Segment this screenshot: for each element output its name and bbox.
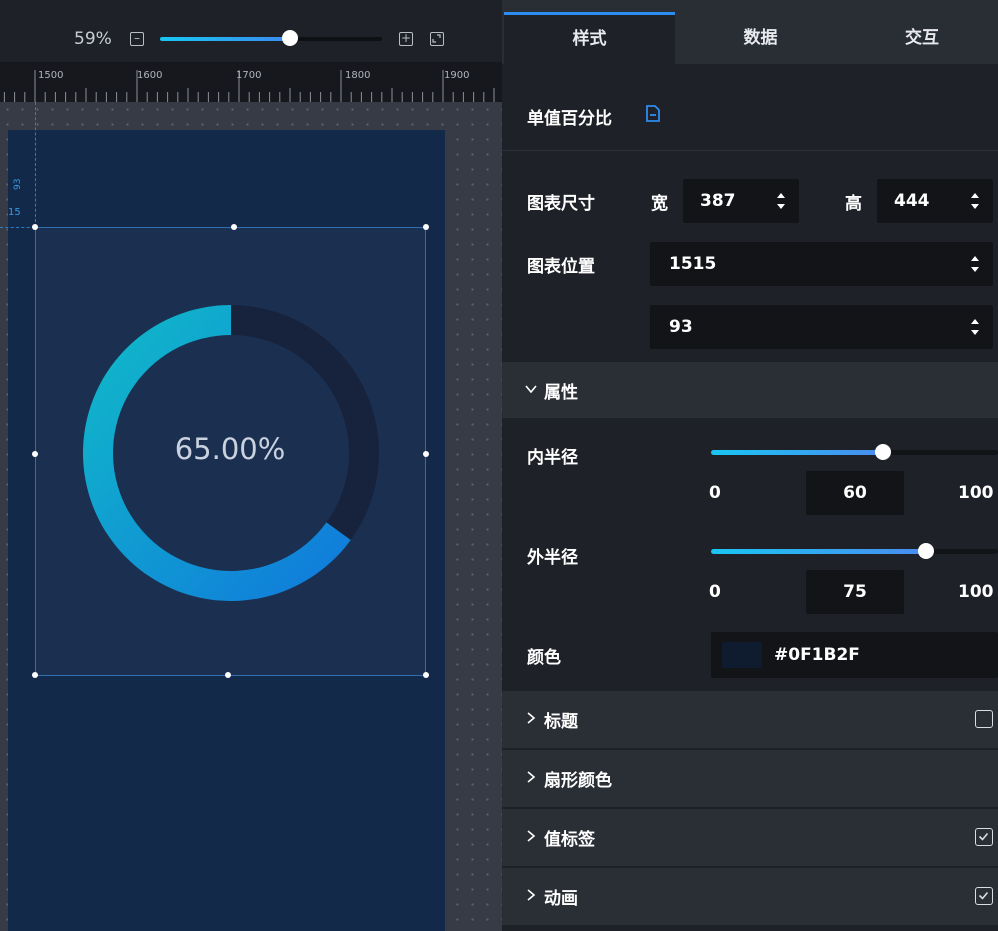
divider xyxy=(502,150,998,151)
tab-style[interactable]: 样式 xyxy=(504,12,675,67)
animation-checkbox[interactable] xyxy=(975,887,993,905)
tab-interaction[interactable]: 交互 xyxy=(846,12,998,64)
section-animation[interactable]: 动画 xyxy=(502,868,998,927)
zoom-out-icon[interactable]: – xyxy=(130,32,144,46)
width-label: 宽 xyxy=(651,194,668,214)
resize-handle[interactable] xyxy=(423,672,429,678)
section-animation-label: 动画 xyxy=(544,889,578,909)
spinner-icon[interactable] xyxy=(970,253,980,275)
spinner-icon[interactable] xyxy=(776,190,786,212)
inner-radius-slider-thumb[interactable] xyxy=(875,444,892,460)
resize-handle[interactable] xyxy=(423,451,429,457)
width-value: 387 xyxy=(700,191,736,211)
property-panel: 样式 数据 交互 单值百分比 图表尺寸 宽 387 高 444 图表位置 151… xyxy=(502,0,998,931)
title-checkbox[interactable] xyxy=(975,710,993,728)
resize-handle[interactable] xyxy=(423,224,429,230)
panel-tabs: 样式 数据 交互 xyxy=(502,0,998,67)
resize-handle[interactable] xyxy=(32,224,38,230)
properties-section-label: 属性 xyxy=(544,383,578,403)
outer-radius-slider-fill xyxy=(711,549,927,554)
spinner-icon[interactable] xyxy=(970,316,980,338)
chevron-down-icon xyxy=(525,385,537,394)
chevron-right-icon xyxy=(527,712,536,724)
chart-size-label: 图表尺寸 xyxy=(527,194,595,214)
height-input[interactable]: 444 xyxy=(877,179,993,223)
ruler-label: 1600 xyxy=(137,70,163,81)
position-x-value: 1515 xyxy=(669,254,717,274)
outer-radius-label: 外半径 xyxy=(527,548,578,568)
inner-radius-input[interactable]: 60 xyxy=(806,471,904,515)
outer-radius-max: 100 xyxy=(958,582,994,602)
section-title-label: 标题 xyxy=(544,712,578,732)
outer-radius-min: 0 xyxy=(709,582,721,602)
chevron-right-icon xyxy=(527,830,536,842)
color-value: #0F1B2F xyxy=(774,645,860,665)
guide-y-label: 93 xyxy=(13,178,23,190)
fit-screen-icon[interactable] xyxy=(430,32,444,46)
position-x-input[interactable]: 1515 xyxy=(650,242,993,286)
section-value-label[interactable]: 值标签 xyxy=(502,809,998,868)
section-sector-color-label: 扇形颜色 xyxy=(544,771,612,791)
ruler-label: 1900 xyxy=(444,70,470,81)
section-title[interactable]: 标题 xyxy=(502,691,998,750)
zoom-slider-thumb[interactable] xyxy=(282,30,298,46)
ruler-label: 1800 xyxy=(345,70,371,81)
ruler-label: 1700 xyxy=(236,70,262,81)
horizontal-ruler: 1500 1600 1700 1800 1900 xyxy=(0,62,502,102)
position-y-input[interactable]: 93 xyxy=(650,305,993,349)
resize-handle[interactable] xyxy=(231,224,237,230)
zoom-in-icon[interactable]: + xyxy=(399,32,413,46)
resize-handle[interactable] xyxy=(32,672,38,678)
inner-radius-min: 0 xyxy=(709,483,721,503)
resize-handle[interactable] xyxy=(32,451,38,457)
zoom-slider-fill xyxy=(160,37,290,41)
width-input[interactable]: 387 xyxy=(683,179,799,223)
zoom-level: 59% xyxy=(74,29,112,49)
tab-data[interactable]: 数据 xyxy=(675,12,846,64)
outer-radius-value: 75 xyxy=(843,582,867,602)
section-value-label-label: 值标签 xyxy=(544,830,595,850)
ruler-label: 1500 xyxy=(38,70,64,81)
chevron-right-icon xyxy=(527,771,536,783)
height-value: 444 xyxy=(894,191,930,211)
height-label: 高 xyxy=(845,194,862,214)
guide-x-label: 15 xyxy=(8,207,21,218)
chart-position-label: 图表位置 xyxy=(527,257,595,277)
outer-radius-input[interactable]: 75 xyxy=(806,570,904,614)
position-y-value: 93 xyxy=(669,317,693,337)
inner-radius-max: 100 xyxy=(958,483,994,503)
resize-handle[interactable] xyxy=(225,672,231,678)
spinner-icon[interactable] xyxy=(970,190,980,212)
inner-radius-value: 60 xyxy=(843,483,867,503)
value-label-checkbox[interactable] xyxy=(975,828,993,846)
inner-radius-slider-fill xyxy=(711,450,884,455)
chevron-right-icon xyxy=(527,889,536,901)
color-swatch[interactable] xyxy=(722,642,762,668)
component-title: 单值百分比 xyxy=(527,109,612,129)
vertical-guide-line xyxy=(35,102,36,227)
document-icon[interactable] xyxy=(646,105,660,122)
section-sector-color[interactable]: 扇形颜色 xyxy=(502,750,998,809)
horizontal-guide-line xyxy=(0,227,35,228)
inner-radius-label: 内半径 xyxy=(527,448,578,468)
properties-section-header[interactable]: 属性 xyxy=(502,362,998,418)
color-picker[interactable]: #0F1B2F xyxy=(711,632,998,678)
zoom-toolbar: 59% – + xyxy=(0,0,502,62)
canvas-area: 59% – + 1500 1600 1700 1800 1900 93 15 6… xyxy=(0,0,502,931)
donut-value-label: 65.00% xyxy=(174,432,286,466)
color-label: 颜色 xyxy=(527,648,561,668)
outer-radius-slider-thumb[interactable] xyxy=(918,543,935,559)
